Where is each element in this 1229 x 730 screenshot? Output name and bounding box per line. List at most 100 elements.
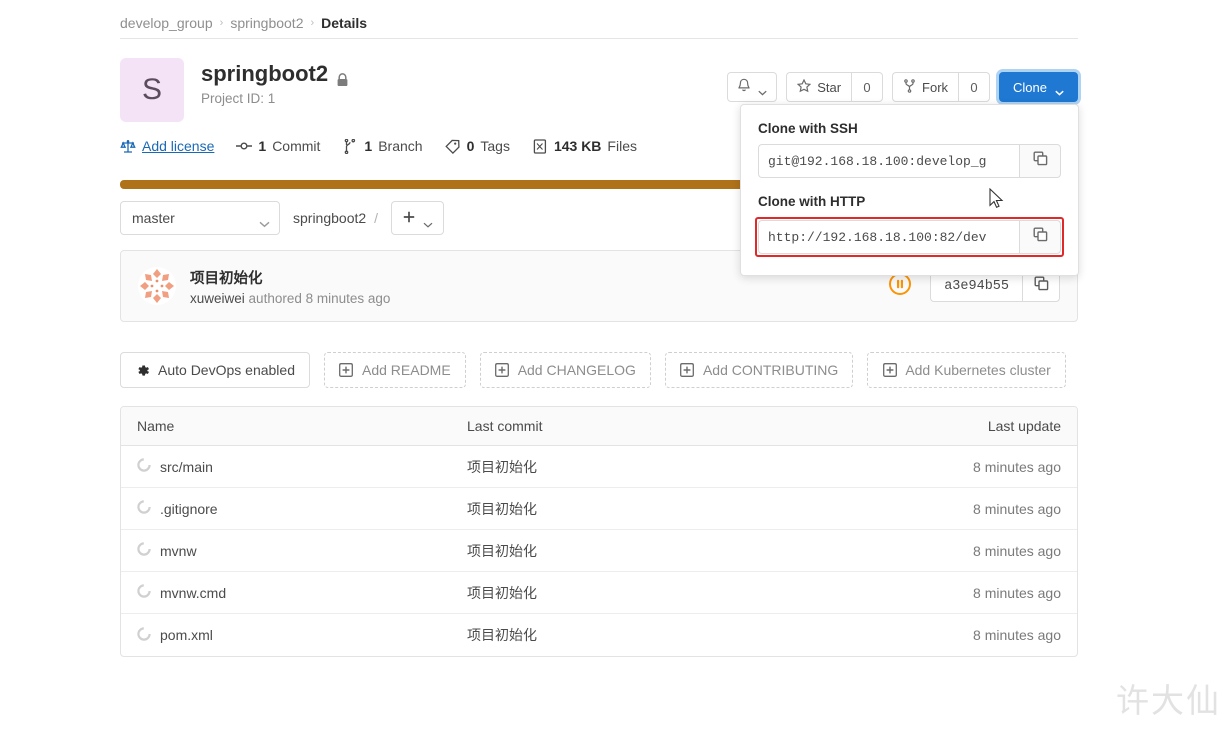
repo-path-root[interactable]: springboot2: [293, 210, 366, 226]
file-name[interactable]: .gitignore: [160, 501, 218, 517]
file-last-commit[interactable]: 项目初始化: [467, 541, 911, 561]
clone-ssh-input[interactable]: git@192.168.18.100:develop_g: [758, 144, 1019, 178]
project-stats: Add license 1 Commit 1 Branch 0 Tags 143…: [120, 135, 637, 157]
identicon-avatar: [138, 267, 176, 305]
clone-http-highlight-box: http://192.168.18.100:82/dev: [755, 217, 1064, 257]
clone-http-input[interactable]: http://192.168.18.100:82/dev: [758, 220, 1019, 254]
file-name-cell: src/main: [137, 458, 467, 475]
commit-time: 8 minutes ago: [305, 290, 391, 306]
file-last-update: 8 minutes ago: [973, 542, 1061, 559]
spinner-icon: [137, 626, 151, 644]
copy-icon: [1034, 276, 1049, 296]
file-name[interactable]: mvnw: [160, 543, 197, 559]
file-last-update: 8 minutes ago: [973, 458, 1061, 475]
breadcrumb-separator-icon: ›: [219, 17, 224, 29]
star-label: Star: [817, 79, 842, 95]
add-license-link[interactable]: Add license: [120, 138, 214, 154]
mouse-cursor-icon: [989, 187, 1004, 214]
commits-stat[interactable]: 1 Commit: [236, 138, 320, 154]
column-header-last-commit: Last commit: [467, 418, 543, 434]
project-meta: springboot2 Project ID: 1: [201, 58, 349, 106]
file-name[interactable]: mvnw.cmd: [160, 585, 226, 601]
file-last-commit[interactable]: 项目初始化: [467, 499, 911, 519]
branch-select[interactable]: master: [120, 201, 280, 235]
table-row[interactable]: .gitignore 项目初始化 8 minutes ago: [121, 488, 1077, 530]
file-last-commit[interactable]: 项目初始化: [467, 625, 911, 645]
path-separator: /: [374, 210, 379, 226]
breadcrumb-separator-icon: ›: [310, 17, 315, 29]
balance-scale-icon: [120, 138, 136, 154]
branches-stat[interactable]: 1 Branch: [342, 138, 423, 154]
project-name: springboot2: [201, 61, 329, 86]
bell-icon: [737, 78, 751, 96]
notification-button[interactable]: [727, 72, 778, 102]
files-size: 143 KB: [553, 138, 602, 154]
file-name-cell: pom.xml: [137, 626, 467, 644]
breadcrumb-item-project[interactable]: springboot2: [230, 15, 303, 31]
commits-count: 1: [258, 138, 267, 154]
branch-select-value: master: [132, 210, 175, 226]
watermark: 许大仙: [1116, 681, 1221, 720]
column-header-name: Name: [137, 418, 175, 434]
copy-icon: [1033, 227, 1048, 247]
add-to-repo-button[interactable]: [391, 201, 445, 235]
branch-icon: [342, 138, 358, 154]
gear-icon: [135, 363, 150, 378]
file-name-cell: mvnw: [137, 542, 467, 559]
chevron-down-icon: [259, 215, 270, 228]
column-header-last-update: Last update: [987, 418, 1061, 434]
clone-button[interactable]: Clone: [999, 72, 1078, 102]
chevron-down-icon: [1055, 84, 1064, 96]
file-last-update: 8 minutes ago: [973, 627, 1061, 643]
spinner-icon: [137, 458, 151, 475]
repo-path-breadcrumb: springboot2 /: [293, 210, 378, 226]
project-id-label: Project ID: 1: [201, 91, 276, 107]
add-changelog-button[interactable]: Add CHANGELOG: [479, 352, 651, 388]
file-name[interactable]: pom.xml: [160, 627, 213, 643]
fork-button[interactable]: Fork: [892, 72, 959, 102]
file-table: Name Last commit Last update src/main 项目…: [120, 406, 1078, 657]
header-divider: [120, 38, 1078, 39]
star-icon: [796, 78, 812, 96]
add-contributing-button[interactable]: Add CONTRIBUTING: [664, 352, 854, 388]
breadcrumb-item-group[interactable]: develop_group: [120, 15, 213, 31]
clone-http-label: Clone with HTTP: [758, 194, 866, 209]
add-readme-button[interactable]: Add README: [323, 352, 466, 388]
file-name[interactable]: src/main: [160, 459, 213, 475]
auto-devops-button[interactable]: Auto DevOps enabled: [120, 352, 310, 388]
star-count[interactable]: 0: [851, 72, 884, 102]
table-row[interactable]: pom.xml 项目初始化 8 minutes ago: [121, 614, 1077, 656]
star-button[interactable]: Star: [786, 72, 852, 102]
file-last-update: 8 minutes ago: [973, 584, 1061, 601]
copy-ssh-button[interactable]: [1019, 144, 1061, 178]
file-last-commit[interactable]: 项目初始化: [467, 583, 911, 603]
files-stat[interactable]: 143 KB Files: [532, 138, 637, 154]
table-row[interactable]: mvnw 项目初始化 8 minutes ago: [121, 530, 1077, 572]
quick-actions-row: Auto DevOps enabled Add README Add CHANG…: [120, 352, 1066, 388]
plus-square-icon: [882, 363, 897, 378]
tag-icon: [445, 138, 461, 154]
file-name-cell: .gitignore: [137, 500, 467, 517]
table-row[interactable]: src/main 项目初始化 8 minutes ago: [121, 446, 1077, 488]
file-last-update: 8 minutes ago: [973, 500, 1061, 517]
chevron-down-icon: [423, 215, 433, 228]
clone-ssh-group: git@192.168.18.100:develop_g: [758, 144, 1061, 178]
spinner-icon: [137, 542, 151, 559]
clone-label: Clone: [1013, 79, 1047, 95]
tags-stat[interactable]: 0 Tags: [445, 138, 510, 154]
star-button-group: Star 0: [786, 72, 884, 102]
plus-square-icon: [495, 363, 510, 378]
commit-author[interactable]: xuweiwei: [190, 291, 245, 306]
copy-http-button[interactable]: [1019, 220, 1061, 254]
add-kubernetes-cluster-label: Add Kubernetes cluster: [905, 362, 1051, 378]
plus-icon: [403, 210, 415, 227]
branches-label: Branch: [378, 138, 423, 154]
add-kubernetes-cluster-button[interactable]: Add Kubernetes cluster: [867, 352, 1066, 388]
table-row[interactable]: mvnw.cmd 项目初始化 8 minutes ago: [121, 572, 1077, 614]
chevron-down-icon: [758, 84, 767, 96]
file-last-commit[interactable]: 项目初始化: [467, 457, 911, 477]
fork-button-group: Fork 0: [892, 72, 991, 102]
branch-selector-row: master springboot2 /: [120, 201, 445, 235]
fork-count[interactable]: 0: [958, 72, 991, 102]
clone-dropdown-panel: Clone with SSH git@192.168.18.100:develo…: [740, 104, 1079, 276]
